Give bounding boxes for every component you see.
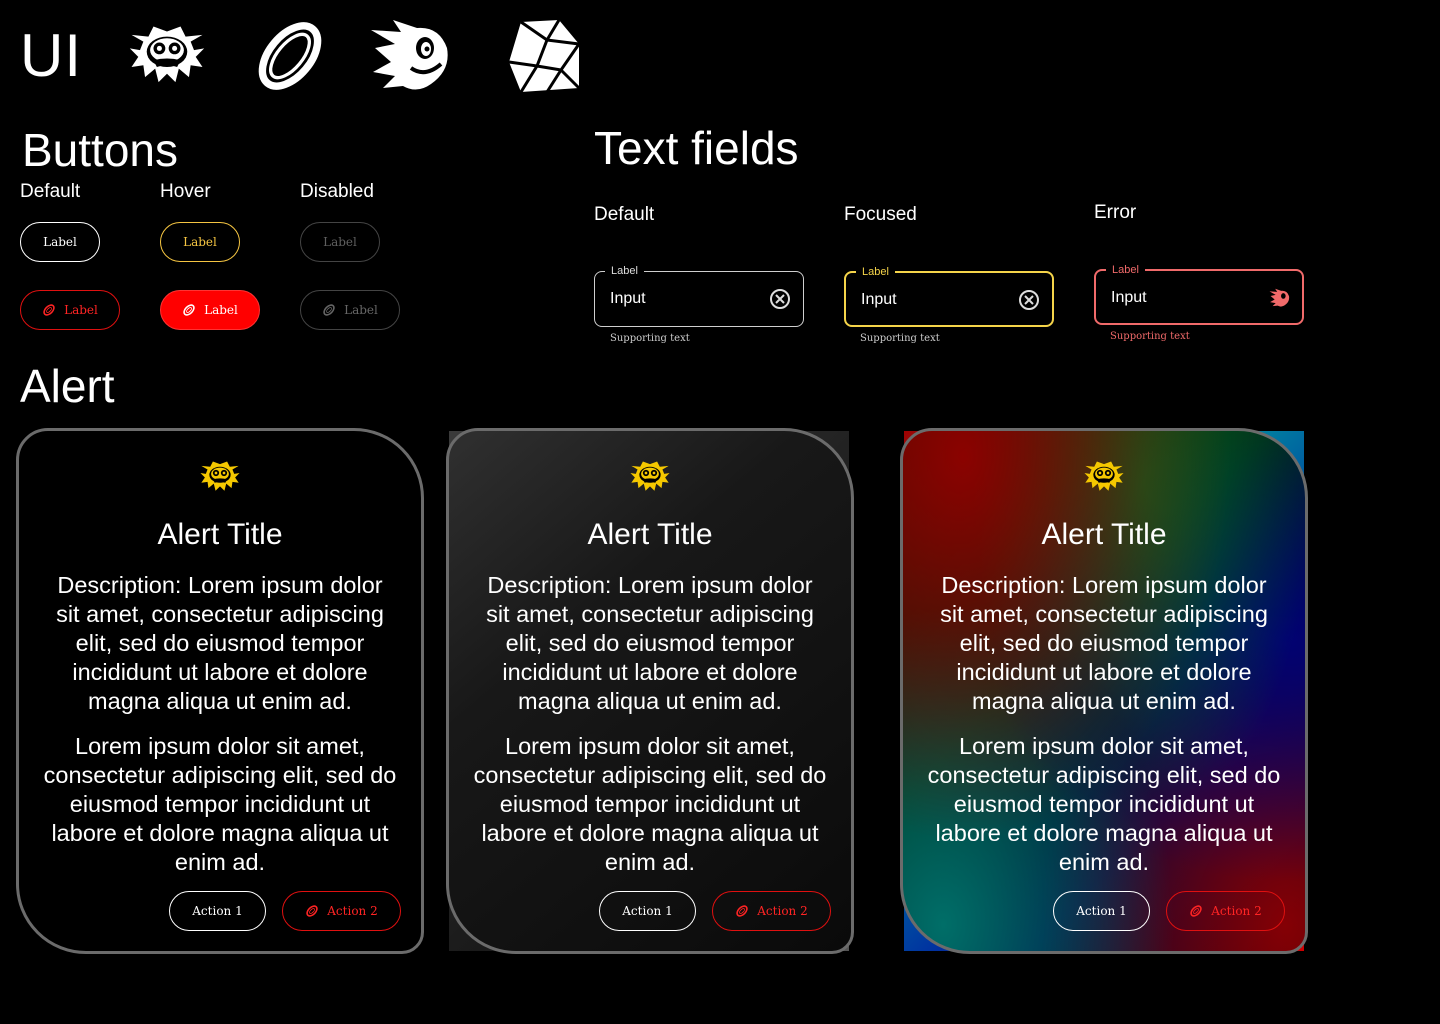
button-label: Action 2 bbox=[327, 904, 378, 918]
alert-description: Description: Lorem ipsum dolor sit amet,… bbox=[940, 572, 1268, 714]
alert-card-gradient: Alert Title Description: Lorem ipsum dol… bbox=[446, 428, 854, 954]
buttons-col-disabled: Disabled bbox=[300, 181, 374, 202]
focused-text-field[interactable]: Label Input bbox=[844, 265, 1054, 327]
button-label: Label bbox=[204, 303, 238, 317]
ring-icon bbox=[305, 904, 319, 918]
button-label: Action 1 bbox=[622, 904, 673, 918]
text-fields-col-focused: Focused bbox=[844, 204, 917, 225]
button-label: Label bbox=[323, 235, 357, 249]
action-2-button[interactable]: Action 2 bbox=[282, 891, 401, 931]
button-label: Action 1 bbox=[192, 904, 243, 918]
alert-heading: Alert bbox=[20, 360, 115, 412]
action-2-button[interactable]: Action 2 bbox=[1166, 891, 1285, 931]
field-label: Label bbox=[856, 265, 895, 279]
field-label: Label bbox=[1106, 263, 1145, 277]
buttons-col-hover: Hover bbox=[160, 181, 211, 202]
text-fields-col-default: Default bbox=[594, 204, 655, 225]
action-1-button[interactable]: Action 1 bbox=[599, 891, 696, 931]
ring-icon bbox=[735, 904, 749, 918]
action-1-button[interactable]: Action 1 bbox=[1053, 891, 1150, 931]
alert-title: Alert Title bbox=[1041, 518, 1167, 551]
robotnik-emblem-icon bbox=[122, 20, 212, 92]
alert-body: Lorem ipsum dolor sit amet, consectetur … bbox=[43, 733, 397, 875]
button-label: Action 1 bbox=[1076, 904, 1127, 918]
sonic-head-icon bbox=[363, 20, 453, 92]
field-label: Label bbox=[605, 264, 644, 278]
ring-icon bbox=[1189, 904, 1203, 918]
default-button[interactable]: Label bbox=[20, 222, 100, 262]
alert-body: Lorem ipsum dolor sit amet, consectetur … bbox=[927, 733, 1281, 875]
alert-body: Lorem ipsum dolor sit amet, consectetur … bbox=[473, 733, 827, 875]
chaos-emerald-icon bbox=[500, 19, 590, 93]
hover-button[interactable]: Label bbox=[160, 222, 240, 262]
alert-title: Alert Title bbox=[157, 518, 283, 551]
default-text-field[interactable]: Label Input bbox=[594, 264, 804, 327]
alert-title: Alert Title bbox=[587, 518, 713, 551]
buttons-heading: Buttons bbox=[22, 124, 178, 176]
danger-button[interactable]: Label bbox=[20, 290, 120, 330]
button-label: Label bbox=[64, 303, 98, 317]
field-input-value[interactable]: Input bbox=[610, 289, 646, 309]
error-sonic-icon bbox=[1268, 287, 1290, 309]
supporting-text: Supporting text bbox=[610, 333, 690, 344]
danger-disabled-button: Label bbox=[300, 290, 400, 330]
ring-icon bbox=[322, 303, 336, 317]
error-supporting-text: Supporting text bbox=[1110, 331, 1190, 342]
supporting-text: Supporting text bbox=[860, 333, 940, 344]
alert-card-black: Alert Title Description: Lorem ipsum dol… bbox=[16, 428, 424, 954]
text-fields-col-error: Error bbox=[1094, 202, 1137, 223]
field-input-value[interactable]: Input bbox=[1111, 288, 1147, 308]
button-label: Action 2 bbox=[757, 904, 808, 918]
button-label: Action 2 bbox=[1211, 904, 1262, 918]
page-title: UI bbox=[20, 22, 82, 89]
danger-hover-button[interactable]: Label bbox=[160, 290, 260, 330]
ring-icon bbox=[245, 20, 335, 92]
alert-card-color: Alert Title Description: Lorem ipsum dol… bbox=[900, 428, 1308, 954]
buttons-col-default: Default bbox=[20, 181, 81, 202]
clear-icon[interactable] bbox=[1018, 289, 1040, 311]
robotnik-emblem-icon bbox=[1081, 457, 1127, 497]
disabled-button: Label bbox=[300, 222, 380, 262]
action-2-button[interactable]: Action 2 bbox=[712, 891, 831, 931]
alert-description: Description: Lorem ipsum dolor sit amet,… bbox=[486, 572, 814, 714]
text-fields-heading: Text fields bbox=[594, 122, 799, 174]
field-input-value[interactable]: Input bbox=[861, 290, 897, 310]
clear-icon[interactable] bbox=[769, 288, 791, 310]
error-text-field[interactable]: Label Input bbox=[1094, 263, 1304, 325]
ring-icon bbox=[42, 303, 56, 317]
action-1-button[interactable]: Action 1 bbox=[169, 891, 266, 931]
button-label: Label bbox=[43, 235, 77, 249]
robotnik-emblem-icon bbox=[197, 457, 243, 497]
alert-description: Description: Lorem ipsum dolor sit amet,… bbox=[56, 572, 384, 714]
button-label: Label bbox=[344, 303, 378, 317]
button-label: Label bbox=[183, 235, 217, 249]
ring-icon bbox=[182, 303, 196, 317]
robotnik-emblem-icon bbox=[627, 457, 673, 497]
